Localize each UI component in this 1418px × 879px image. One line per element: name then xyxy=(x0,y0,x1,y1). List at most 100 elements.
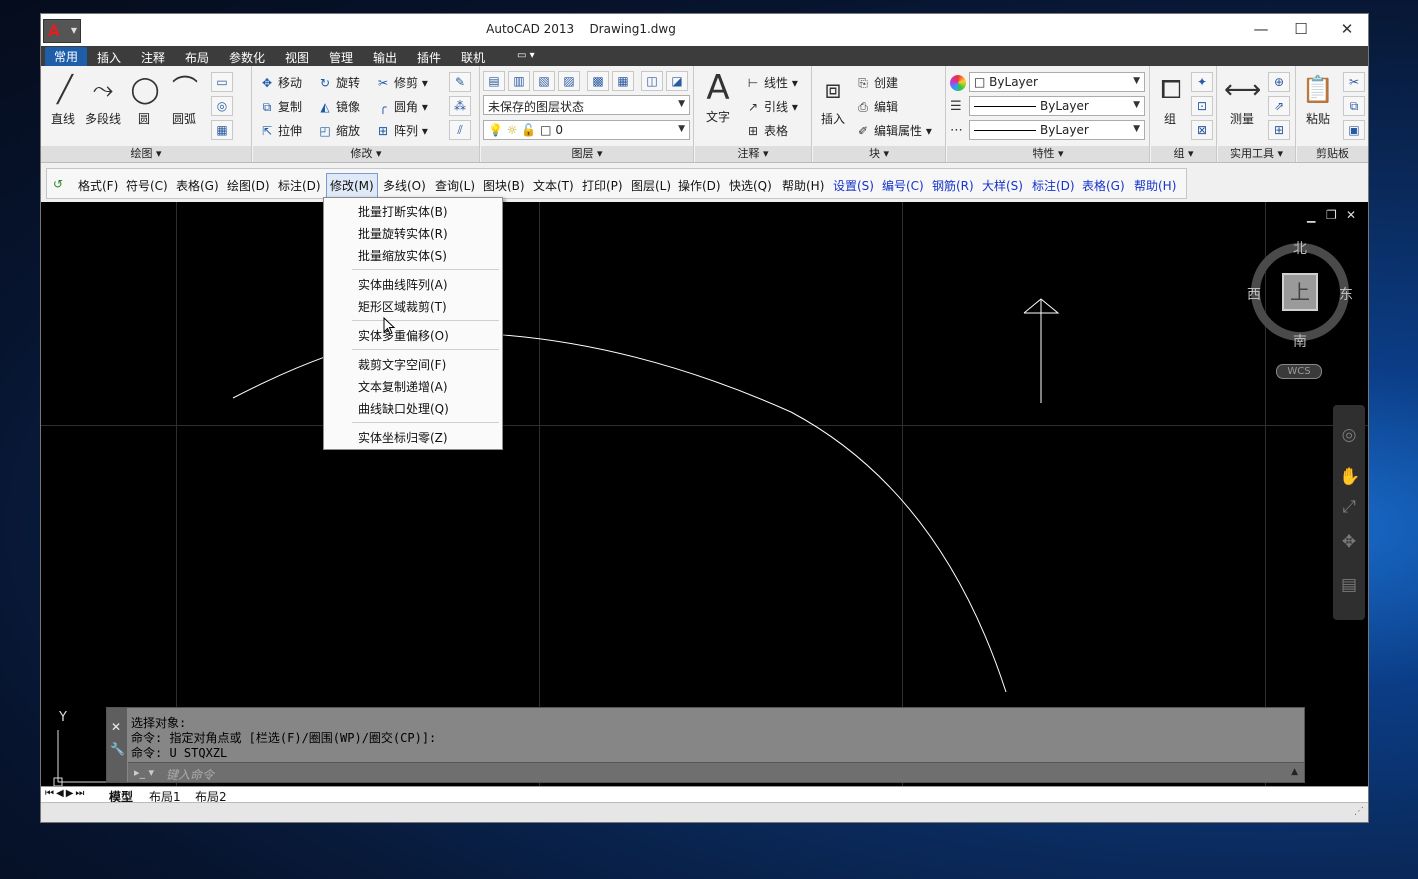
ellipse-icon[interactable]: ◎ xyxy=(211,96,233,116)
tab-output[interactable]: 输出 xyxy=(373,49,397,66)
layer-lock-icon[interactable]: ◫ xyxy=(641,71,663,91)
linetype-combo[interactable]: ByLayer ▼ xyxy=(969,120,1145,140)
ungroup-icon[interactable]: ✦ xyxy=(1191,72,1213,92)
layer-properties-icon[interactable]: ▤ xyxy=(483,71,505,91)
chevron-up-icon[interactable]: ▲ xyxy=(1291,767,1298,777)
menu-dimension-2[interactable]: 标注(D) xyxy=(1032,177,1075,194)
trim-button[interactable]: ✂ 修剪 ▾ xyxy=(375,74,428,91)
menu-query[interactable]: 查询(L) xyxy=(435,177,475,194)
command-prompt-icon[interactable]: ▸_ ▾ xyxy=(134,766,154,779)
viewcube-south[interactable]: 南 xyxy=(1293,331,1307,351)
layout-nav-arrows-icon[interactable]: ⏮◀▶⏭ xyxy=(45,788,86,799)
doc-close-button[interactable]: ✕ xyxy=(1346,208,1356,222)
tab-insert[interactable]: 插入 xyxy=(97,49,121,66)
menu-quickselect[interactable]: 快选(Q) xyxy=(729,177,772,194)
menu-print[interactable]: 打印(P) xyxy=(582,177,623,194)
menu-item-multi-offset[interactable]: 实体多重偏移(O) xyxy=(358,327,449,344)
layer-off-icon[interactable]: ▦ xyxy=(612,71,634,91)
menu-format[interactable]: 格式(F) xyxy=(78,177,118,194)
copy-button[interactable]: ⧉ 复制 xyxy=(259,98,302,115)
menu-dimension[interactable]: 标注(D) xyxy=(278,177,321,194)
table-button[interactable]: ⊞ 表格 xyxy=(745,122,788,139)
menu-operation[interactable]: 操作(D) xyxy=(678,177,721,194)
refresh-icon[interactable]: ↺ xyxy=(53,177,63,191)
menu-item-curve-array[interactable]: 实体曲线阵列(A) xyxy=(358,276,448,293)
ribbon-minimize-icon[interactable]: ▭ ▾ xyxy=(517,50,535,61)
edit-attributes-button[interactable]: ✐ 编辑属性 ▾ xyxy=(855,122,932,139)
rotate-button[interactable]: ↻ 旋转 xyxy=(317,74,360,91)
offset-icon[interactable]: ⫽ xyxy=(449,120,471,140)
tab-online[interactable]: 联机 xyxy=(461,49,485,66)
group-edit-icon[interactable]: ⊡ xyxy=(1191,96,1213,116)
menu-layer[interactable]: 图层(L) xyxy=(631,177,671,194)
showmotion-icon[interactable]: ▤ xyxy=(1339,575,1359,595)
menu-numbering[interactable]: 编号(C) xyxy=(882,177,924,194)
menu-help-2[interactable]: 帮助(H) xyxy=(1134,177,1176,194)
minimize-button[interactable]: — xyxy=(1251,20,1271,38)
menu-settings[interactable]: 设置(S) xyxy=(833,177,874,194)
layer-state-combo[interactable]: 未保存的图层状态 ▼ xyxy=(483,95,690,115)
fillet-button[interactable]: ╭ 圆角 ▾ xyxy=(375,98,427,115)
draw-group-footer[interactable]: 绘图 ▾ xyxy=(41,146,251,162)
line-button[interactable]: ╱ 直线 xyxy=(47,72,79,127)
doc-minimize-button[interactable]: ▁ xyxy=(1307,210,1315,223)
utilities-group-footer[interactable]: 实用工具 ▾ xyxy=(1218,146,1295,162)
menu-item-coord-zero[interactable]: 实体坐标归零(Z) xyxy=(358,429,448,446)
cut-icon[interactable]: ✂ xyxy=(1343,72,1365,92)
paste-button[interactable]: 📋 粘贴 xyxy=(1299,72,1337,127)
zoom-icon[interactable]: ⤢ xyxy=(1339,497,1359,517)
modify-group-footer[interactable]: 修改 ▾ xyxy=(253,146,479,162)
erase-icon[interactable]: ✎ xyxy=(449,72,471,92)
block-group-footer[interactable]: 块 ▾ xyxy=(813,146,945,162)
tab-view[interactable]: 视图 xyxy=(285,49,309,66)
menu-table-2[interactable]: 表格(G) xyxy=(1082,177,1125,194)
measure-button[interactable]: ⟷ 测量 xyxy=(1220,72,1264,127)
menu-item-clip-text-space[interactable]: 裁剪文字空间(F) xyxy=(358,356,446,373)
rectangle-icon[interactable]: ▭ xyxy=(211,72,233,92)
match-properties-icon[interactable]: ▣ xyxy=(1343,120,1365,140)
leader-button[interactable]: ↗ 引线 ▾ xyxy=(745,98,798,115)
menu-item-curve-gap[interactable]: 曲线缺口处理(Q) xyxy=(358,400,449,417)
viewcube-east[interactable]: 东 xyxy=(1339,284,1353,304)
layer-walk-icon[interactable]: ◪ xyxy=(666,71,688,91)
menu-modify[interactable]: 修改(M) xyxy=(326,173,378,198)
menu-detail[interactable]: 大样(S) xyxy=(982,177,1023,194)
wcs-menu[interactable]: WCS xyxy=(1276,364,1322,379)
close-button[interactable]: ✕ xyxy=(1337,20,1357,38)
layer-previous-icon[interactable]: ▧ xyxy=(533,71,555,91)
layer-freeze-icon[interactable]: ▩ xyxy=(587,71,609,91)
groups-group-footer[interactable]: 组 ▾ xyxy=(1151,146,1216,162)
hatch-icon[interactable]: ▦ xyxy=(211,120,233,140)
viewcube-west[interactable]: 西 xyxy=(1247,284,1261,304)
explode-icon[interactable]: ⁂ xyxy=(449,96,471,116)
group-button[interactable]: ⧠ 组 xyxy=(1153,72,1187,127)
menu-symbol[interactable]: 符号(C) xyxy=(126,177,168,194)
edit-block-button[interactable]: ⎙ 编辑 xyxy=(855,98,898,115)
color-combo[interactable]: □ ByLayer ▼ xyxy=(969,72,1145,92)
menu-item-rect-clip[interactable]: 矩形区域裁剪(T) xyxy=(358,298,447,315)
menu-table[interactable]: 表格(G) xyxy=(176,177,219,194)
select-all-icon[interactable]: ⇗ xyxy=(1268,96,1290,116)
mirror-button[interactable]: ◭ 镜像 xyxy=(317,98,360,115)
insert-block-button[interactable]: ⧈ 插入 xyxy=(815,72,851,127)
copy-clip-icon[interactable]: ⧉ xyxy=(1343,96,1365,116)
lineweight-combo[interactable]: ByLayer ▼ xyxy=(969,96,1145,116)
create-block-button[interactable]: ⎘ 创建 xyxy=(855,74,898,91)
menu-item-batch-rotate[interactable]: 批量旋转实体(R) xyxy=(358,225,448,242)
drawing-canvas[interactable]: Y ▁ ❐ ✕ xyxy=(41,202,1368,786)
properties-group-footer[interactable]: 特性 ▾ xyxy=(947,146,1149,162)
tab-plugins[interactable]: 插件 xyxy=(417,49,441,66)
command-input[interactable]: ▸_ ▾ 键入命令 ▲ xyxy=(128,762,1304,782)
viewcube-north[interactable]: 北 xyxy=(1293,238,1307,258)
menu-item-batch-scale[interactable]: 批量缩放实体(S) xyxy=(358,247,447,264)
menu-item-text-copy-increment[interactable]: 文本复制递增(A) xyxy=(358,378,448,395)
layer-isolate-icon[interactable]: ▨ xyxy=(558,71,580,91)
menu-draw[interactable]: 绘图(D) xyxy=(227,177,270,194)
menu-item-batch-break[interactable]: 批量打断实体(B) xyxy=(358,203,448,220)
wrench-icon[interactable]: 🔧 xyxy=(110,742,125,756)
doc-restore-button[interactable]: ❐ xyxy=(1326,208,1337,222)
circle-button[interactable]: ◯ 圆 xyxy=(127,72,161,127)
layer-match-icon[interactable]: ▥ xyxy=(508,71,530,91)
scale-button[interactable]: ◰ 缩放 xyxy=(317,122,360,139)
orbit-icon[interactable]: ✥ xyxy=(1339,532,1359,552)
